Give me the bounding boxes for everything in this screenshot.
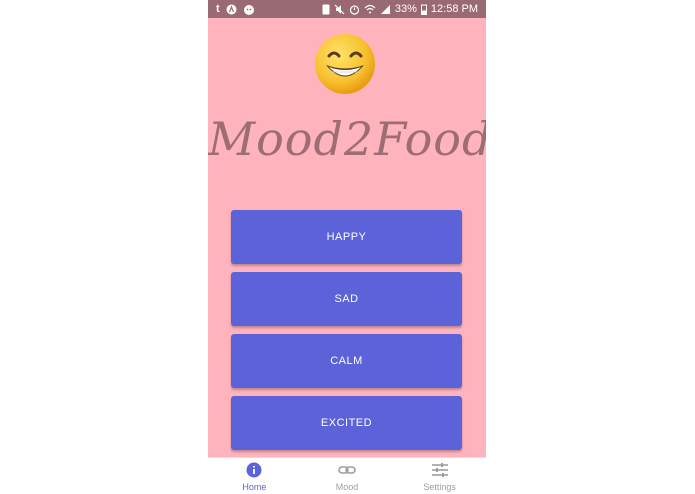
- wifi-calling-icon: [364, 3, 376, 15]
- happy-button[interactable]: HAPPY: [231, 210, 462, 264]
- sim-icon: [322, 3, 330, 15]
- nav-home[interactable]: Home: [208, 458, 301, 494]
- tumblr-icon: t: [216, 3, 220, 15]
- info-icon: [246, 462, 262, 480]
- status-bar: t 33% 12:58 PM: [208, 0, 486, 18]
- excited-button[interactable]: EXCITED: [231, 396, 462, 450]
- status-left-icons: t: [208, 3, 255, 15]
- bottom-navigation: Home Mood Settings: [208, 457, 486, 494]
- status-right-icons: 33% 12:58 PM: [322, 3, 486, 15]
- grinning-face-icon: [311, 32, 379, 96]
- cat-icon: [243, 3, 255, 15]
- link-icon: [338, 462, 356, 480]
- sad-button[interactable]: SAD: [231, 272, 462, 326]
- app-title: Mood2Food: [208, 112, 486, 166]
- clock: 12:58 PM: [430, 3, 478, 15]
- nav-settings[interactable]: Settings: [393, 458, 486, 494]
- app-screen: t 33% 12:58 PM Mood2Food HAPPY SAD CALM …: [208, 0, 486, 494]
- signal-icon: [380, 3, 391, 15]
- nav-mood-label: Mood: [335, 481, 359, 492]
- nav-settings-label: Settings: [423, 481, 456, 492]
- nav-home-label: Home: [242, 481, 267, 492]
- battery-icon: [420, 3, 427, 15]
- calm-button[interactable]: CALM: [231, 334, 462, 388]
- sliders-icon: [431, 462, 449, 480]
- nav-mood[interactable]: Mood: [301, 458, 394, 494]
- alarm-icon: [349, 3, 360, 15]
- mute-icon: [334, 3, 345, 15]
- battery-percent: 33%: [394, 3, 417, 15]
- app-icon: [226, 3, 237, 15]
